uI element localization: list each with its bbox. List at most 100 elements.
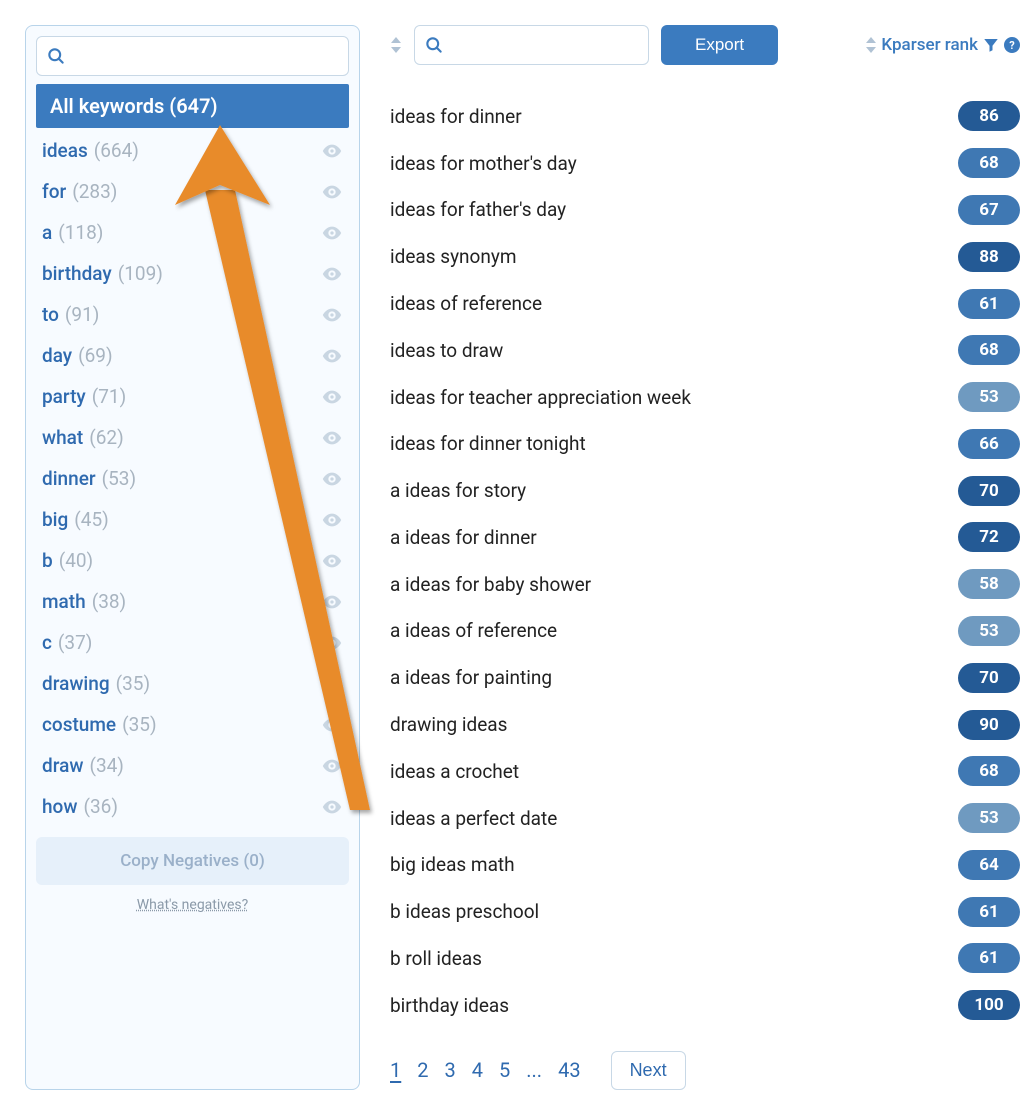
- result-text: a ideas for dinner: [390, 526, 537, 549]
- filter-icon[interactable]: [982, 36, 1000, 54]
- search-icon: [46, 46, 66, 66]
- search-icon: [424, 35, 444, 55]
- sidebar-item-word: math: [42, 590, 86, 613]
- export-button[interactable]: Export: [661, 25, 778, 65]
- result-row[interactable]: ideas synonym88: [390, 233, 1020, 280]
- result-text: a ideas for baby shower: [390, 573, 591, 596]
- sidebar-search-input[interactable]: [36, 36, 349, 76]
- rank-column-header[interactable]: Kparser rank ?: [865, 35, 1020, 55]
- eye-icon[interactable]: [321, 509, 343, 531]
- sidebar-item[interactable]: drawing(35): [36, 663, 349, 704]
- main-search-wrap: [414, 25, 649, 65]
- all-keywords-header[interactable]: All keywords (647): [36, 84, 349, 128]
- sidebar-item-word: what: [42, 426, 83, 449]
- help-icon[interactable]: ?: [1004, 37, 1020, 53]
- rank-pill: 68: [958, 335, 1020, 365]
- sidebar-item-count: (40): [59, 549, 93, 572]
- rank-pill: 53: [958, 803, 1020, 833]
- rank-pill: 61: [958, 943, 1020, 973]
- sidebar-item-word: c: [42, 631, 52, 654]
- result-row[interactable]: birthday ideas100: [390, 982, 1020, 1029]
- result-row[interactable]: ideas a perfect date 53: [390, 795, 1020, 842]
- sidebar-item[interactable]: big(45): [36, 499, 349, 540]
- sidebar-item-word: a: [42, 221, 52, 244]
- copy-negatives-button[interactable]: Copy Negatives (0): [36, 837, 349, 885]
- eye-icon[interactable]: [321, 468, 343, 490]
- sidebar-item-word: drawing: [42, 672, 110, 695]
- result-row[interactable]: b roll ideas 61: [390, 935, 1020, 982]
- result-text: ideas a perfect date: [390, 807, 557, 830]
- sidebar-item[interactable]: costume(35): [36, 704, 349, 745]
- rank-pill: 64: [958, 850, 1020, 880]
- sidebar-item[interactable]: birthday(109): [36, 253, 349, 294]
- result-row[interactable]: ideas of reference61: [390, 280, 1020, 327]
- sort-toggle-left[interactable]: [390, 36, 402, 54]
- eye-icon[interactable]: [321, 222, 343, 244]
- sidebar-item[interactable]: to(91): [36, 294, 349, 335]
- main-search-input[interactable]: [414, 25, 649, 65]
- result-text: ideas for teacher appreciation week: [390, 386, 691, 409]
- sidebar-item-count: (34): [89, 754, 123, 777]
- eye-icon[interactable]: [321, 140, 343, 162]
- eye-icon[interactable]: [321, 796, 343, 818]
- next-button[interactable]: Next: [611, 1051, 686, 1090]
- result-text: drawing ideas: [390, 713, 507, 736]
- page-number[interactable]: 3: [445, 1058, 456, 1082]
- eye-icon[interactable]: [321, 263, 343, 285]
- sidebar-item[interactable]: math(38): [36, 581, 349, 622]
- sidebar-item-count: (53): [102, 467, 136, 490]
- result-row[interactable]: drawing ideas90: [390, 701, 1020, 748]
- result-row[interactable]: a ideas of reference53: [390, 608, 1020, 655]
- eye-icon[interactable]: [321, 427, 343, 449]
- sidebar-item[interactable]: how(36): [36, 786, 349, 827]
- sidebar-item-word: birthday: [42, 262, 112, 285]
- eye-icon[interactable]: [321, 550, 343, 572]
- page-number[interactable]: 5: [499, 1058, 510, 1082]
- sidebar-item[interactable]: c(37): [36, 622, 349, 663]
- eye-icon[interactable]: [321, 181, 343, 203]
- sidebar-item[interactable]: what(62): [36, 417, 349, 458]
- page-number[interactable]: 4: [472, 1058, 483, 1082]
- sidebar-item-word: ideas: [42, 139, 88, 162]
- page-number[interactable]: 1: [390, 1058, 401, 1082]
- eye-icon[interactable]: [321, 345, 343, 367]
- page-number-last[interactable]: 43: [558, 1058, 580, 1082]
- sidebar-item[interactable]: a(118): [36, 212, 349, 253]
- result-row[interactable]: ideas for father's day67: [390, 187, 1020, 234]
- result-text: b roll ideas: [390, 947, 482, 970]
- result-row[interactable]: ideas for dinner86: [390, 93, 1020, 140]
- eye-icon[interactable]: [321, 386, 343, 408]
- result-row[interactable]: big ideas math64: [390, 842, 1020, 889]
- result-row[interactable]: a ideas for baby shower58: [390, 561, 1020, 608]
- sidebar-item[interactable]: dinner(53): [36, 458, 349, 499]
- sidebar-item-word: for: [42, 180, 66, 203]
- eye-icon[interactable]: [321, 714, 343, 736]
- eye-icon[interactable]: [321, 755, 343, 777]
- eye-icon[interactable]: [321, 632, 343, 654]
- whats-negatives-link[interactable]: What's negatives?: [36, 897, 349, 913]
- sidebar-item-word: big: [42, 508, 68, 531]
- result-row[interactable]: ideas for dinner tonight66: [390, 420, 1020, 467]
- result-row[interactable]: b ideas preschool61: [390, 888, 1020, 935]
- result-row[interactable]: ideas to draw68: [390, 327, 1020, 374]
- page-number[interactable]: 2: [417, 1058, 428, 1082]
- sort-toggle-rank[interactable]: [865, 36, 877, 54]
- eye-icon[interactable]: [321, 304, 343, 326]
- main-panel: Export Kparser rank ? ideas for dinner86…: [390, 25, 1024, 1090]
- result-row[interactable]: a ideas for story70: [390, 467, 1020, 514]
- result-row[interactable]: ideas a crochet68: [390, 748, 1020, 795]
- eye-icon[interactable]: [321, 591, 343, 613]
- eye-icon[interactable]: [321, 673, 343, 695]
- result-row[interactable]: a ideas for painting70: [390, 654, 1020, 701]
- sidebar-search-wrap: [36, 36, 349, 76]
- sidebar-item[interactable]: b(40): [36, 540, 349, 581]
- sidebar-item[interactable]: day(69): [36, 335, 349, 376]
- sidebar-item-word: costume: [42, 713, 116, 736]
- sidebar-item[interactable]: ideas(664): [36, 130, 349, 171]
- sidebar-item[interactable]: draw(34): [36, 745, 349, 786]
- result-row[interactable]: ideas for teacher appreciation week53: [390, 374, 1020, 421]
- result-row[interactable]: ideas for mother's day68: [390, 140, 1020, 187]
- result-row[interactable]: a ideas for dinner72: [390, 514, 1020, 561]
- sidebar-item[interactable]: party(71): [36, 376, 349, 417]
- sidebar-item[interactable]: for(283): [36, 171, 349, 212]
